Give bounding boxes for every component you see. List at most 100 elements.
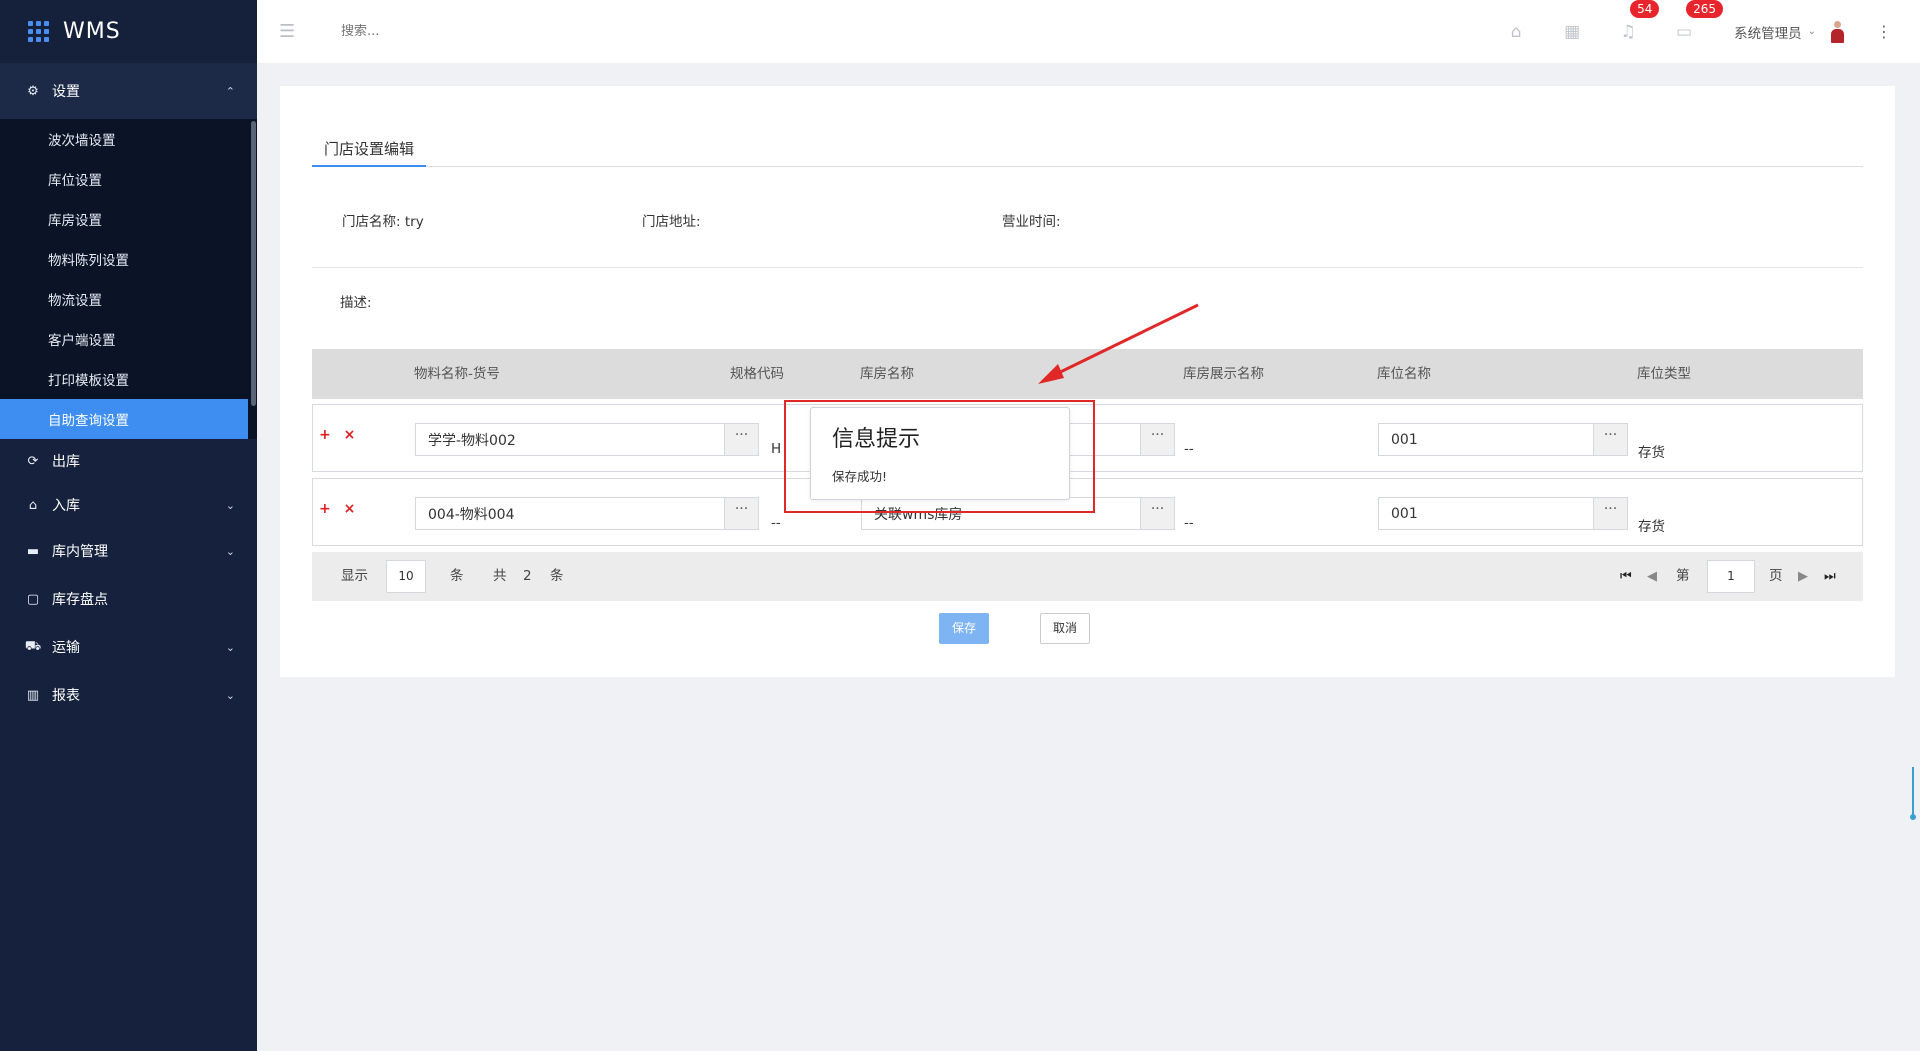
scrollbar-thumb[interactable] <box>251 121 256 406</box>
more-dots-icon[interactable]: ··· <box>1593 498 1627 529</box>
column-header-spec: 规格代码 <box>730 366 784 382</box>
app-name: WMS <box>63 19 121 44</box>
more-dots-icon[interactable]: ··· <box>724 498 758 529</box>
save-button[interactable]: 保存 <box>939 613 989 644</box>
home-icon[interactable]: ⌂ <box>1488 22 1544 42</box>
display-name-value: -- <box>1184 515 1194 531</box>
page-number-input[interactable]: 1 <box>1707 560 1755 593</box>
location-type-value: 存货 <box>1638 445 1665 461</box>
more-dots-icon[interactable]: ··· <box>1140 498 1174 529</box>
sidebar-group-warehouse-mgmt[interactable]: ▬ 库内管理 ⌄ <box>0 527 257 575</box>
more-vertical-icon[interactable]: ⋮ <box>1876 22 1892 41</box>
annotation-highlight-box <box>784 400 1095 513</box>
sidebar-group-label: 库存盘点 <box>52 592 108 608</box>
menu-toggle-icon[interactable]: ☰ <box>279 21 303 42</box>
sidebar-group-transport[interactable]: ⛟ 运输 ⌄ <box>0 623 257 671</box>
sidebar-group-reports[interactable]: ▥ 报表 ⌄ <box>0 671 257 719</box>
first-page-icon[interactable]: ⏮ <box>1620 552 1632 601</box>
scroll-handle-icon[interactable] <box>1910 767 1916 822</box>
grid-logo-icon <box>28 21 49 42</box>
sidebar-group-inbound[interactable]: ⌂ 入库 ⌄ <box>0 483 257 527</box>
store-name-field: 门店名称: try <box>342 210 424 230</box>
location-picker[interactable]: 001 ··· <box>1378 423 1628 456</box>
chevron-down-icon: ⌄ <box>225 688 235 702</box>
store-address-label: 门店地址: <box>642 214 701 230</box>
chevron-down-icon: ⌄ <box>1807 26 1816 37</box>
app-logo[interactable]: WMS <box>0 0 257 63</box>
page-size-input[interactable]: 10 <box>386 560 426 593</box>
apps-grid-icon[interactable]: ▦ <box>1544 22 1600 42</box>
chart-icon: ▥ <box>26 687 40 703</box>
material-value: 学学-物料002 <box>428 432 516 449</box>
column-header-location: 库位名称 <box>1377 366 1431 382</box>
warehouse-icon: ▬ <box>26 543 40 559</box>
sidebar-item-location[interactable]: 库位设置 <box>0 159 257 199</box>
message-icon[interactable]: ▭ 265 <box>1656 0 1724 42</box>
page-prefix: 第 <box>1676 568 1690 584</box>
sidebar-item-client[interactable]: 客户端设置 <box>0 319 257 359</box>
chevron-down-icon: ⌄ <box>225 498 235 512</box>
divider <box>312 267 1863 268</box>
last-page-icon[interactable]: ⏭ <box>1824 552 1836 601</box>
sidebar-group-outbound[interactable]: ⟳ 出库 <box>0 439 257 483</box>
sidebar-scrollbar[interactable] <box>250 119 257 439</box>
page-size-unit: 条 <box>450 568 464 584</box>
total-unit: 条 <box>550 568 564 584</box>
sidebar: WMS ⚙ 设置 ⌃ 波次墙设置 库位设置 库房设置 物料陈列设置 物流设置 客… <box>0 0 257 1051</box>
sidebar-item-logistics[interactable]: 物流设置 <box>0 279 257 319</box>
column-header-warehouse: 库房名称 <box>860 366 914 382</box>
bell-icon[interactable]: ♫ 54 <box>1600 0 1660 42</box>
user-menu[interactable]: 系统管理员 ⌄ <box>1734 20 1844 43</box>
chevron-down-icon: ⌄ <box>225 640 235 654</box>
location-value: 001 <box>1391 505 1418 522</box>
material-value: 004-物料004 <box>428 506 515 523</box>
spec-value: -- <box>771 515 781 531</box>
row-add-remove-buttons[interactable]: + × <box>319 501 359 517</box>
sidebar-group-label: 出库 <box>52 454 80 470</box>
notification-badge: 54 <box>1630 0 1660 18</box>
column-header-material: 物料名称-货号 <box>414 366 500 382</box>
page-suffix: 页 <box>1769 568 1783 584</box>
sidebar-group-inventory[interactable]: ▢ 库存盘点 <box>0 575 257 623</box>
business-hours-label: 营业时间: <box>1002 214 1061 230</box>
chevron-up-icon: ⌃ <box>225 84 235 98</box>
next-page-icon[interactable]: ▶ <box>1798 552 1808 601</box>
row-add-remove-buttons[interactable]: + × <box>319 427 359 443</box>
material-picker[interactable]: 学学-物料002 ··· <box>415 423 759 456</box>
location-value: 001 <box>1391 431 1418 448</box>
sidebar-item-material-display[interactable]: 物料陈列设置 <box>0 239 257 279</box>
tab-store-edit[interactable]: 门店设置编辑 <box>312 136 427 167</box>
prev-page-icon[interactable]: ◀ <box>1647 552 1657 601</box>
description-label: 描述: <box>340 295 372 311</box>
outbound-icon: ⟳ <box>27 453 39 469</box>
sidebar-group-label: 库内管理 <box>52 544 108 560</box>
sidebar-item-print-template[interactable]: 打印模板设置 <box>0 359 257 399</box>
more-dots-icon[interactable]: ··· <box>724 424 758 455</box>
chevron-down-icon: ⌄ <box>225 544 235 558</box>
sidebar-group-label: 入库 <box>52 498 80 514</box>
top-header: ☰ ⌂ ▦ ♫54 ▭265 系统管理员 ⌄ ⋮ <box>257 0 1920 63</box>
sidebar-group-label: 设置 <box>52 84 80 100</box>
sidebar-group-settings[interactable]: ⚙ 设置 ⌃ <box>0 63 257 119</box>
cancel-button[interactable]: 取消 <box>1040 613 1090 644</box>
store-name-value: try <box>404 214 424 230</box>
message-badge: 265 <box>1686 0 1724 18</box>
gear-icon: ⚙ <box>27 83 39 99</box>
sidebar-item-warehouse[interactable]: 库房设置 <box>0 199 257 239</box>
user-name: 系统管理员 <box>1734 25 1802 42</box>
location-type-value: 存货 <box>1638 519 1665 535</box>
inbound-icon: ⌂ <box>28 497 38 513</box>
settings-submenu: 波次墙设置 库位设置 库房设置 物料陈列设置 物流设置 客户端设置 打印模板设置… <box>0 119 257 439</box>
inventory-icon: ▢ <box>26 591 40 607</box>
more-dots-icon[interactable]: ··· <box>1140 424 1174 455</box>
material-picker[interactable]: 004-物料004 ··· <box>415 497 759 530</box>
sidebar-group-label: 运输 <box>52 640 80 656</box>
tab-bar: 门店设置编辑 <box>312 136 1863 167</box>
sidebar-item-wave-wall[interactable]: 波次墙设置 <box>0 119 257 159</box>
header-actions: ⌂ ▦ ♫ 54 ▭ 265 系统管理员 ⌄ ⋮ <box>1488 0 1920 63</box>
search-input[interactable] <box>341 24 581 39</box>
sidebar-item-self-query[interactable]: 自助查询设置 <box>0 399 248 439</box>
location-picker[interactable]: 001 ··· <box>1378 497 1628 530</box>
more-dots-icon[interactable]: ··· <box>1593 424 1627 455</box>
avatar[interactable] <box>1830 20 1844 43</box>
